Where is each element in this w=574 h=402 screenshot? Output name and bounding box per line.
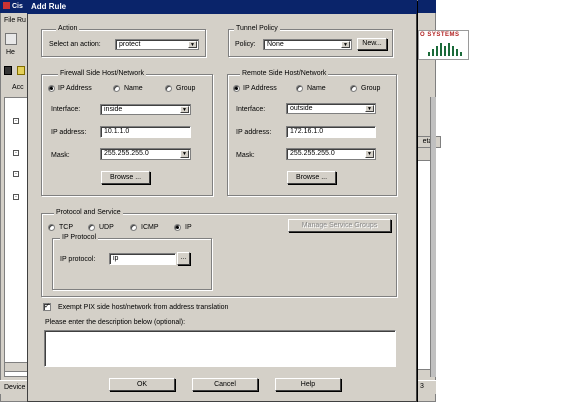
chevron-down-icon[interactable]: ▼ xyxy=(365,150,374,158)
home-icon[interactable] xyxy=(5,33,17,45)
help-button[interactable]: Help xyxy=(275,378,341,391)
exempt-checkbox-label: Exempt PIX side host/network from addres… xyxy=(58,304,229,311)
rs-browse-button[interactable]: Browse ... xyxy=(287,171,336,184)
firewall-side-group-label: Firewall Side Host/Network xyxy=(58,70,147,77)
fw-interface-select[interactable]: inside ▼ xyxy=(100,104,191,115)
rs-interface-label: Interface: xyxy=(236,106,266,113)
toolbar-label: He xyxy=(6,49,15,56)
ip-label: IP xyxy=(185,224,192,231)
icmp-label: ICMP xyxy=(141,224,159,231)
rs-name-label: Name xyxy=(307,85,326,92)
tree-expand-icon[interactable]: - xyxy=(13,171,19,177)
vertical-scrollbar[interactable] xyxy=(430,97,436,377)
chevron-down-icon[interactable]: ▼ xyxy=(365,105,374,112)
chevron-down-icon[interactable]: ▼ xyxy=(341,41,350,48)
app-icon xyxy=(3,2,10,9)
fw-name-radio[interactable] xyxy=(113,85,120,92)
policy-select-value: None xyxy=(267,41,284,48)
cisco-logo-icon xyxy=(428,42,464,56)
action-select-value: protect xyxy=(119,41,141,48)
fw-interface-value: inside xyxy=(104,106,123,113)
rs-ip-address-radio[interactable] xyxy=(233,85,240,92)
tunnel-policy-group-label: Tunnel Policy xyxy=(234,25,280,32)
fw-name-label: Name xyxy=(124,85,143,92)
ip-protocol-group-label: IP Protocol xyxy=(60,234,99,241)
main-window-titlebar-right xyxy=(418,0,436,13)
fw-ip-input[interactable]: 10.1.1.0 xyxy=(100,126,191,138)
chevron-down-icon[interactable]: ▼ xyxy=(188,41,197,48)
rs-mask-select[interactable]: 255.255.255.0 ▼ xyxy=(286,148,376,160)
tab-access[interactable]: Acc xyxy=(12,84,24,91)
rs-mask-label: Mask: xyxy=(236,152,255,159)
ip-protocol-input[interactable]: ip xyxy=(109,253,176,265)
policy-label: Policy: xyxy=(235,41,256,48)
chevron-down-icon[interactable]: ▼ xyxy=(180,106,189,113)
fw-ip-address-radio[interactable] xyxy=(48,85,55,92)
rs-name-radio[interactable] xyxy=(296,85,303,92)
fw-mask-label: Mask: xyxy=(51,152,70,159)
remote-side-group-label: Remote Side Host/Network xyxy=(240,70,329,77)
tree-expand-icon[interactable]: - xyxy=(13,150,19,156)
action-group-label: Action xyxy=(56,25,80,32)
rs-group-radio[interactable] xyxy=(350,85,357,92)
ip-protocol-label: IP protocol: xyxy=(60,256,96,263)
cisco-logo-text: O SYSTEMS xyxy=(420,32,460,38)
status-text: Device xyxy=(4,384,26,391)
dialog-title: Add Rule xyxy=(31,2,67,11)
ip-radio[interactable] xyxy=(174,224,181,231)
rs-ip-label: IP address: xyxy=(236,129,272,136)
toolbar-folder-icon[interactable] xyxy=(17,66,25,75)
rs-interface-value: outside xyxy=(290,105,313,112)
tcp-radio[interactable] xyxy=(48,224,55,231)
menu-rules[interactable]: Ru xyxy=(17,17,26,24)
icmp-radio[interactable] xyxy=(130,224,137,231)
menu-file[interactable]: File xyxy=(4,17,15,24)
rs-ip-address-label: IP Address xyxy=(243,85,277,92)
rs-mask-value: 255.255.255.0 xyxy=(290,150,335,157)
protocol-service-group-label: Protocol and Service xyxy=(54,209,123,216)
fw-mask-select[interactable]: 255.255.255.0 ▼ xyxy=(100,148,191,160)
dialog-titlebar: Add Rule xyxy=(27,0,417,14)
ip-protocol-browse-button[interactable]: ... xyxy=(177,252,190,265)
detail-button[interactable]: etail xyxy=(417,136,441,148)
rs-ip-input[interactable]: 172.16.1.0 xyxy=(286,126,376,138)
fw-ip-address-label: IP Address xyxy=(58,85,92,92)
action-select[interactable]: protect ▼ xyxy=(115,39,199,50)
description-textarea[interactable] xyxy=(44,330,396,367)
tree-expand-icon[interactable]: - xyxy=(13,194,19,200)
udp-label: UDP xyxy=(99,224,114,231)
tcp-label: TCP xyxy=(59,224,73,231)
rs-group-label: Group xyxy=(361,85,381,92)
main-window-title: Cis xyxy=(12,3,23,10)
horizontal-scrollbar[interactable] xyxy=(4,362,28,372)
description-label: Please enter the description below (opti… xyxy=(45,319,186,326)
rules-tree-panel xyxy=(4,97,28,377)
ok-button[interactable]: OK xyxy=(109,378,175,391)
manage-service-groups-button[interactable]: Manage Service Groups xyxy=(288,219,391,232)
chevron-down-icon[interactable]: ▼ xyxy=(180,150,189,158)
toolbar-doc-icon[interactable] xyxy=(4,66,12,75)
fw-mask-value: 255.255.255.0 xyxy=(104,150,149,157)
fw-ip-label: IP address: xyxy=(51,129,87,136)
fw-interface-label: Interface: xyxy=(51,106,81,113)
udp-radio[interactable] xyxy=(88,224,95,231)
fw-group-label: Group xyxy=(176,85,196,92)
new-policy-button[interactable]: New... xyxy=(357,38,387,50)
cancel-button[interactable]: Cancel xyxy=(192,378,258,391)
tree-expand-icon[interactable]: - xyxy=(13,118,19,124)
exempt-checkbox[interactable]: ✓ xyxy=(43,303,51,311)
main-window-titlebar: Cis xyxy=(0,0,30,13)
status-right: 3 xyxy=(420,383,424,390)
policy-select[interactable]: None ▼ xyxy=(263,39,352,50)
fw-group-radio[interactable] xyxy=(165,85,172,92)
select-action-label: Select an action: xyxy=(49,41,101,48)
fw-browse-button[interactable]: Browse ... xyxy=(101,171,150,184)
rs-interface-select[interactable]: outside ▼ xyxy=(286,103,376,114)
